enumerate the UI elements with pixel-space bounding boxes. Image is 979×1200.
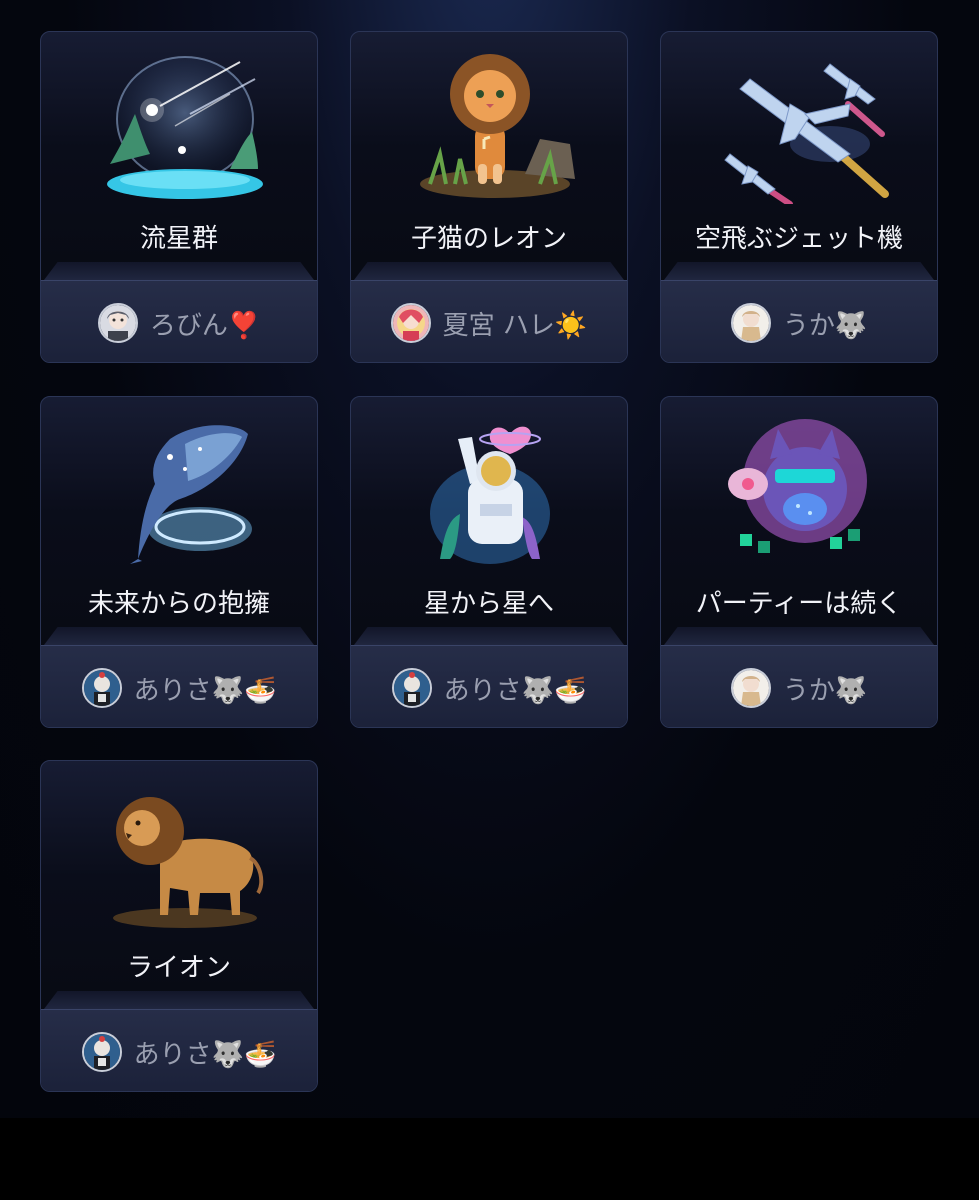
gift-card[interactable]: 流星群 ろびん❣️	[40, 31, 318, 363]
gift-card[interactable]: 未来からの抱擁 ありさ🐺🍜	[40, 396, 318, 728]
sender-row: ありさ🐺🍜	[351, 645, 627, 727]
gift-name: 星から星へ	[423, 589, 554, 619]
sender-row: ありさ🐺🍜	[41, 645, 317, 727]
avatar[interactable]	[97, 303, 138, 343]
gift-name: 流星群	[139, 224, 218, 254]
avatar[interactable]	[81, 1032, 122, 1072]
sender-name: ろびん❣️	[149, 310, 261, 341]
astronaut-icon	[400, 409, 580, 569]
sender-row: うか🐺	[661, 645, 937, 727]
gift-name: 子猫のレオン	[410, 224, 567, 254]
bottom-bar	[0, 1118, 979, 1200]
gift-name: パーティーは続く	[695, 589, 903, 619]
sender-name: うか🐺	[782, 675, 868, 706]
whale-hug-icon	[90, 409, 270, 569]
avatar[interactable]	[391, 668, 432, 708]
meteor-shower-icon	[90, 44, 270, 204]
kitten-leon-icon	[400, 44, 580, 204]
gift-card[interactable]: パーティーは続く うか🐺	[660, 396, 938, 728]
gift-card[interactable]: ライオン ありさ🐺🍜	[40, 760, 318, 1092]
sender-name: うか🐺	[782, 310, 868, 341]
avatar[interactable]	[730, 668, 771, 708]
gift-name: ライオン	[126, 953, 231, 983]
gift-card[interactable]: 子猫のレオン 夏宮 ハレ☀️	[350, 31, 628, 363]
avatar[interactable]	[81, 668, 122, 708]
gift-name: 未来からの抱擁	[87, 589, 270, 619]
flying-jets-icon	[710, 44, 890, 204]
sender-name: ありさ🐺🍜	[133, 675, 277, 706]
sender-name: ありさ🐺🍜	[443, 675, 587, 706]
sender-name: ありさ🐺🍜	[133, 1039, 277, 1070]
avatar[interactable]	[390, 303, 431, 343]
sender-row: うか🐺	[661, 280, 937, 362]
gift-name: 空飛ぶジェット機	[694, 224, 903, 254]
lion-icon	[90, 773, 270, 933]
gift-card[interactable]: 星から星へ ありさ🐺🍜	[350, 396, 628, 728]
sender-row: ろびん❣️	[41, 280, 317, 362]
party-cat-icon	[710, 409, 890, 569]
avatar[interactable]	[730, 303, 771, 343]
gift-list-screen: 流星群 ろびん❣️ 子猫のレオン 夏宮 ハレ☀️ 空飛ぶジェット機 うか🐺 未来…	[0, 0, 979, 1118]
sender-row: 夏宮 ハレ☀️	[351, 280, 627, 362]
gift-card[interactable]: 空飛ぶジェット機 うか🐺	[660, 31, 938, 363]
sender-row: ありさ🐺🍜	[41, 1009, 317, 1091]
sender-name: 夏宮 ハレ☀️	[442, 310, 588, 341]
